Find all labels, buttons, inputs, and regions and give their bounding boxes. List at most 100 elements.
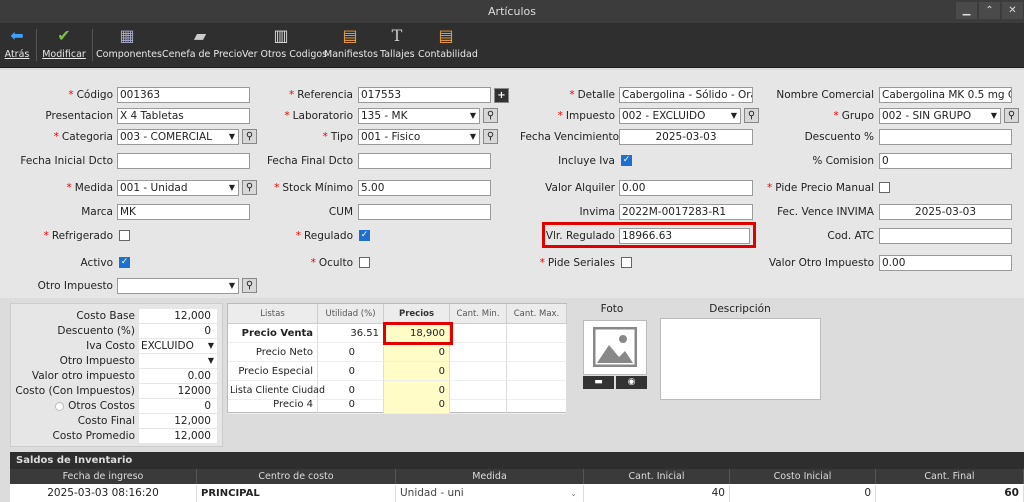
- price-row-utilidad[interactable]: 36.51: [318, 324, 384, 343]
- price-row-cant-min[interactable]: [450, 362, 507, 381]
- price-row-utilidad[interactable]: 0: [318, 362, 384, 381]
- pide-seriales-checkbox[interactable]: [621, 257, 632, 268]
- close-button[interactable]: ✕: [1002, 2, 1023, 19]
- fec-vence-invima-input[interactable]: 2025-03-03: [879, 204, 1012, 220]
- camera-button[interactable]: ◉: [616, 376, 647, 389]
- iva-costo-select[interactable]: EXCLUIDO ▼: [139, 339, 217, 353]
- oculto-checkbox[interactable]: [359, 257, 370, 268]
- price-row-precio[interactable]: 0: [384, 343, 450, 362]
- toolbar: ⬅ Atrás ✔ Modificar ▦ Componentes ▰ Cene…: [0, 23, 1024, 68]
- regulado-checkbox[interactable]: ✓: [359, 230, 370, 241]
- open-folder-button[interactable]: ▬: [583, 376, 614, 389]
- price-row-precio[interactable]: 0: [384, 362, 450, 381]
- inv-cell-medida[interactable]: Unidad - uni ⌄: [396, 485, 584, 502]
- chevron-down-icon: ▼: [228, 281, 235, 290]
- cenefa-button[interactable]: ▰ Cenefa de Precio: [162, 23, 242, 68]
- other-codes-button[interactable]: ▥ Ver Otros Codigos: [242, 23, 327, 68]
- price-row-utilidad[interactable]: 0: [318, 395, 384, 414]
- inv-header-fecha[interactable]: Fecha de ingreso: [10, 469, 197, 484]
- chevron-down-icon: ⌄: [570, 489, 577, 498]
- price-row-utilidad[interactable]: 0: [318, 343, 384, 362]
- nombre-comercial-label: Nombre Comercial: [776, 89, 874, 101]
- detalle-input[interactable]: Cabergolina - Sólido - Oral: [619, 87, 753, 103]
- valor-otro-impuesto-input[interactable]: 0.00: [879, 255, 1012, 271]
- grupo-search-button[interactable]: ⚲: [1004, 108, 1019, 123]
- valor-otro-impuesto-cost-value[interactable]: 0.00: [139, 369, 217, 383]
- activo-checkbox[interactable]: ✓: [119, 257, 130, 268]
- stock-minimo-input[interactable]: 5.00: [358, 180, 491, 196]
- otro-impuesto-search-button[interactable]: ⚲: [242, 278, 257, 293]
- costo-con-impuestos-label: Costo (Con Impuestos): [15, 385, 135, 397]
- price-row-cant-max[interactable]: [507, 362, 567, 381]
- costo-promedio-value[interactable]: 12,000: [139, 429, 217, 443]
- components-button[interactable]: ▦ Componentes: [96, 23, 162, 68]
- incluye-iva-checkbox[interactable]: ✓: [621, 155, 632, 166]
- comision-input[interactable]: 0: [879, 153, 1012, 169]
- invima-input[interactable]: 2022M-0017283-R1: [619, 204, 753, 220]
- price-row-precio[interactable]: 0: [384, 395, 450, 414]
- inv-header-cant-final[interactable]: Cant. Final: [876, 469, 1024, 484]
- inv-header-cant-inicial[interactable]: Cant. Inicial: [584, 469, 730, 484]
- categoria-label: * Categoria: [53, 131, 113, 143]
- accounting-button[interactable]: ▤ Contabilidad: [418, 23, 478, 68]
- inv-header-centro[interactable]: Centro de costo: [197, 469, 396, 484]
- components-icon: ▦: [119, 26, 135, 45]
- back-button[interactable]: ⬅ Atrás: [4, 23, 30, 68]
- medida-select[interactable]: 001 - Unidad ▼: [117, 180, 239, 196]
- costo-final-value[interactable]: 12,000: [139, 414, 217, 428]
- inv-header-medida[interactable]: Medida: [396, 469, 584, 484]
- costo-base-value[interactable]: 12,000: [139, 309, 217, 323]
- fecha-final-input[interactable]: [358, 153, 491, 169]
- price-row-cant-max[interactable]: [507, 395, 567, 414]
- laboratorio-search-button[interactable]: ⚲: [483, 108, 498, 123]
- cod-atc-input[interactable]: [879, 228, 1012, 244]
- categoria-select[interactable]: 003 - COMERCIAL ▼: [117, 129, 239, 145]
- valor-alquiler-input[interactable]: 0.00: [619, 180, 753, 196]
- inv-header-costo-inicial[interactable]: Costo Inicial: [730, 469, 876, 484]
- valor-alquiler-label: Valor Alquiler: [545, 182, 615, 194]
- pide-precio-checkbox[interactable]: [879, 182, 890, 193]
- refrigerado-checkbox[interactable]: [119, 230, 130, 241]
- minimize-button[interactable]: ▁: [956, 2, 977, 19]
- marca-label: Marca: [81, 206, 113, 218]
- categoria-search-button[interactable]: ⚲: [242, 129, 257, 144]
- manifests-button[interactable]: ▤ Manifiestos: [324, 23, 378, 68]
- price-row-cant-min[interactable]: [450, 395, 507, 414]
- price-row-cant-max[interactable]: [507, 324, 567, 343]
- tipo-select[interactable]: 001 - Fisico ▼: [358, 129, 480, 145]
- referencia-input[interactable]: 017553: [358, 87, 491, 103]
- fecha-vencimiento-input[interactable]: 2025-03-03: [619, 129, 753, 145]
- modify-button[interactable]: ✔ Modificar: [42, 23, 86, 68]
- price-row-cant-min[interactable]: [450, 343, 507, 362]
- sizes-button[interactable]: T Tallajes: [380, 23, 415, 68]
- nombre-comercial-input[interactable]: Cabergolina MK 0.5 mg Ca: [879, 87, 1012, 103]
- description-textarea[interactable]: [660, 318, 821, 400]
- medida-search-button[interactable]: ⚲: [242, 180, 257, 195]
- impuesto-search-button[interactable]: ⚲: [744, 108, 759, 123]
- fecha-inicial-label: Fecha Inicial Dcto: [20, 155, 113, 167]
- radio-icon[interactable]: [55, 401, 65, 411]
- presentacion-input[interactable]: X 4 Tabletas: [117, 108, 250, 124]
- costo-con-impuestos-value[interactable]: 12000: [139, 384, 217, 398]
- tipo-search-button[interactable]: ⚲: [483, 129, 498, 144]
- vlr-regulado-input[interactable]: 18966.63: [619, 228, 750, 244]
- laboratorio-select[interactable]: 135 - MK ▼: [358, 108, 480, 124]
- price-row-cant-max[interactable]: [507, 343, 567, 362]
- otros-costos-value[interactable]: 0: [139, 399, 217, 413]
- codigo-input[interactable]: 001363: [117, 87, 250, 103]
- price-row-cant-min[interactable]: [450, 324, 507, 343]
- valor-otro-impuesto-label: Valor Otro Impuesto: [768, 257, 874, 269]
- add-reference-button[interactable]: +: [494, 88, 509, 103]
- presentacion-label: Presentacion: [45, 110, 113, 122]
- fecha-inicial-input[interactable]: [117, 153, 250, 169]
- grupo-select[interactable]: 002 - SIN GRUPO ▼: [879, 108, 1001, 124]
- cum-input[interactable]: [358, 204, 491, 220]
- otro-impuesto-select[interactable]: ▼: [117, 278, 239, 294]
- otro-impuesto-cost-select[interactable]: ▼: [139, 354, 217, 368]
- marca-input[interactable]: MK: [117, 204, 250, 220]
- vlr-regulado-label: Vlr. Regulado: [545, 230, 615, 242]
- maximize-button[interactable]: ⌃: [979, 2, 1000, 19]
- descuento-input[interactable]: [879, 129, 1012, 145]
- descuento-cost-value[interactable]: 0: [139, 324, 217, 338]
- impuesto-select[interactable]: 002 - EXCLUIDO ▼: [619, 108, 741, 124]
